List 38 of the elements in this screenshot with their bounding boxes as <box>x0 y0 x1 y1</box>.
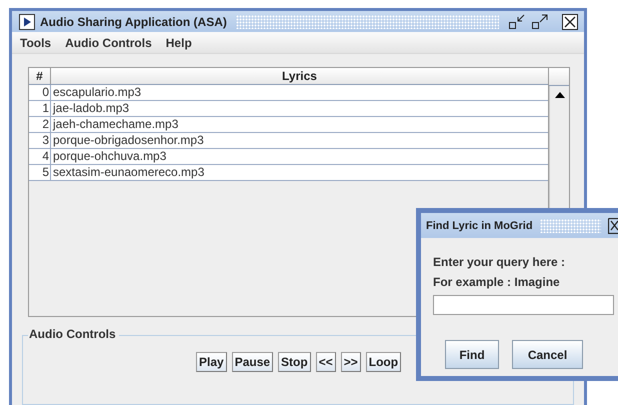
query-field[interactable] <box>433 295 614 315</box>
table-cell: 0 <box>29 85 51 100</box>
scroll-up-icon[interactable] <box>554 92 564 98</box>
table-cell: 5 <box>29 165 51 180</box>
dialog-label: For example : Imagine <box>433 274 561 291</box>
column-header[interactable]: Lyrics <box>51 68 548 84</box>
control-button[interactable]: Pause <box>232 352 274 372</box>
control-button[interactable]: Stop <box>278 352 311 372</box>
table-cell-text: jae-ladob.mp3 <box>52 101 130 116</box>
table-cell-text: porque-obrigadosenhor.mp3 <box>52 133 205 148</box>
control-button[interactable]: << <box>316 352 336 372</box>
table-cell: 2 <box>29 117 51 132</box>
table-cell-text: jaeh-chamechame.mp3 <box>52 117 180 132</box>
dialog-label: Enter your query here : <box>433 254 566 271</box>
window-title: Audio Sharing Application (ASA) <box>40 14 227 28</box>
dialog-button[interactable]: Find <box>445 340 499 369</box>
table-cell-text: porque-ohchuva.mp3 <box>52 149 168 164</box>
column-header[interactable]: # <box>29 68 51 84</box>
control-button[interactable]: Play <box>196 352 227 372</box>
table-cell: 4 <box>29 149 51 164</box>
menu-item[interactable]: Audio Controls <box>65 36 152 50</box>
table-cell-text: sextasim-eunaomereco.mp3 <box>52 165 206 180</box>
menu-item[interactable]: Help <box>166 36 192 50</box>
table-cell-text: escapulario.mp3 <box>52 85 142 100</box>
play-icon <box>19 14 35 30</box>
maximize-icon[interactable] <box>531 14 549 30</box>
table-cell: 1 <box>29 101 51 116</box>
dialog-button[interactable]: Cancel <box>512 340 583 369</box>
minimize-icon[interactable] <box>508 14 526 30</box>
control-button[interactable]: Loop <box>366 352 402 372</box>
group-title: Audio Controls <box>28 327 119 341</box>
table-cell: 3 <box>29 133 51 148</box>
close-icon[interactable] <box>608 218 618 234</box>
close-icon[interactable] <box>562 14 578 30</box>
menu-item[interactable]: Tools <box>20 36 52 50</box>
dialog-title: Find Lyric in MoGrid <box>426 220 533 232</box>
control-button[interactable]: >> <box>340 352 361 372</box>
title-bar-texture <box>540 218 601 232</box>
